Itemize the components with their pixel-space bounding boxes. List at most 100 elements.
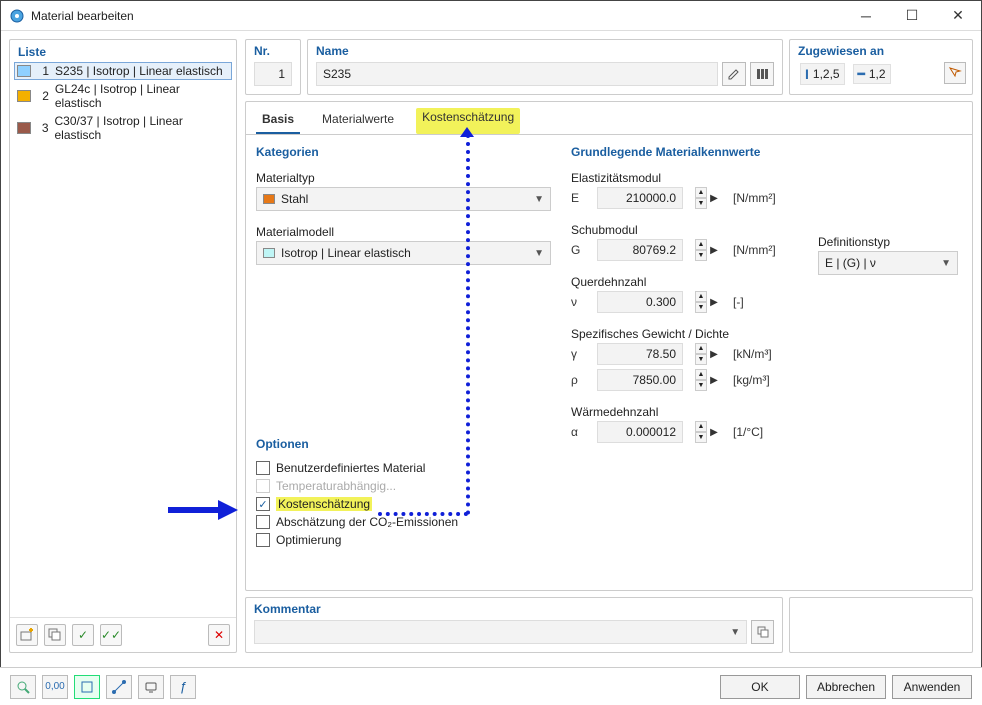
nu-symbol: ν xyxy=(571,295,591,309)
checkbox-icon[interactable] xyxy=(256,515,270,529)
tabs: Basis Materialwerte Kostenschätzung xyxy=(246,102,972,135)
maximize-button[interactable]: ☐ xyxy=(889,1,935,31)
minimize-button[interactable]: ─ xyxy=(843,1,889,31)
assigned-item: 1,2,5 xyxy=(813,67,840,81)
rho-symbol: ρ xyxy=(571,373,591,387)
model-combo[interactable]: Isotrop | Linear elastisch ▼ xyxy=(256,241,551,265)
rho-goto[interactable]: ▶ xyxy=(707,369,721,391)
e-value[interactable]: 210000.0 xyxy=(597,187,683,209)
option-co2[interactable]: Abschätzung der CO₂-Emissionen xyxy=(256,513,551,531)
tool-node-button[interactable] xyxy=(106,675,132,699)
check-list-b-button[interactable]: ✓✓ xyxy=(100,624,122,646)
gamma-value[interactable]: 78.50 xyxy=(597,343,683,365)
list-item[interactable]: 2GL24c | Isotrop | Linear elastisch xyxy=(14,80,232,112)
option-optimization[interactable]: Optimierung xyxy=(256,531,551,549)
alpha-symbol: α xyxy=(571,425,591,439)
definition-type-label: Definitionstyp xyxy=(818,235,958,249)
window-title: Material bearbeiten xyxy=(31,9,843,23)
cancel-button[interactable]: Abbrechen xyxy=(806,675,886,699)
rho-spinner[interactable]: ▲▼ xyxy=(695,369,707,391)
comment-input[interactable]: ▼ xyxy=(254,620,747,644)
e-spinner[interactable]: ▲▼ xyxy=(695,187,707,209)
assigned-box: Zugewiesen an I1,2,5 ━1,2 xyxy=(789,39,973,95)
gamma-spinner[interactable]: ▲▼ xyxy=(695,343,707,365)
e-goto[interactable]: ▶ xyxy=(707,187,721,209)
name-label: Name xyxy=(316,44,774,58)
model-label: Materialmodell xyxy=(256,225,551,239)
list-title: Liste xyxy=(10,40,236,62)
chevron-down-icon: ▼ xyxy=(534,248,544,259)
delete-item-button[interactable]: ✕ xyxy=(208,624,230,646)
tool-function-button[interactable]: ƒ xyxy=(170,675,196,699)
chevron-down-icon: ▼ xyxy=(941,258,951,269)
close-button[interactable]: ✕ xyxy=(935,1,981,31)
add-item-button[interactable] xyxy=(16,624,38,646)
option-user-material[interactable]: Benutzerdefiniertes Material xyxy=(256,459,551,477)
alpha-spinner[interactable]: ▲▼ xyxy=(695,421,707,443)
e-unit: [N/mm²] xyxy=(733,191,793,205)
chevron-down-icon[interactable]: ▼ xyxy=(730,627,740,638)
option-cost-estimation[interactable]: Kostenschätzung xyxy=(256,495,551,513)
assigned-item: 1,2 xyxy=(869,67,886,81)
g-goto[interactable]: ▶ xyxy=(707,239,721,261)
tool-search-button[interactable] xyxy=(10,675,36,699)
material-list-panel: Liste 1S235 | Isotrop | Linear elastisch… xyxy=(9,39,237,653)
g-value[interactable]: 80769.2 xyxy=(597,239,683,261)
tab-basis[interactable]: Basis xyxy=(256,108,300,134)
materialtype-combo[interactable]: Stahl ▼ xyxy=(256,187,551,211)
ok-button[interactable]: OK xyxy=(720,675,800,699)
emod-label: Elastizitätsmodul xyxy=(571,171,962,185)
nu-spinner[interactable]: ▲▼ xyxy=(695,291,707,313)
materialtype-swatch xyxy=(263,194,275,204)
nu-goto[interactable]: ▶ xyxy=(707,291,721,313)
nr-value: 1 xyxy=(254,62,292,86)
gamma-goto[interactable]: ▶ xyxy=(707,343,721,365)
checkbox-icon[interactable] xyxy=(256,461,270,475)
chevron-down-icon: ▼ xyxy=(534,194,544,205)
tool-display-button[interactable] xyxy=(138,675,164,699)
definition-type-combo[interactable]: E | (G) | ν ▼ xyxy=(818,251,958,275)
titlebar: Material bearbeiten ─ ☐ ✕ xyxy=(1,1,981,31)
therm-label: Wärmedehnzahl xyxy=(571,405,962,419)
model-swatch xyxy=(263,248,275,258)
color-swatch xyxy=(17,90,31,102)
props-title: Grundlegende Materialkennwerte xyxy=(571,145,962,159)
edit-name-button[interactable] xyxy=(722,62,746,86)
list-item[interactable]: 3C30/37 | Isotrop | Linear elastisch xyxy=(14,112,232,144)
color-swatch xyxy=(17,65,31,77)
apply-button[interactable]: Anwenden xyxy=(892,675,972,699)
checkbox-icon[interactable] xyxy=(256,533,270,547)
gamma-unit: [kN/m³] xyxy=(733,347,793,361)
tool-geometry-button[interactable] xyxy=(74,675,100,699)
alpha-goto[interactable]: ▶ xyxy=(707,421,721,443)
nr-label: Nr. xyxy=(254,44,292,58)
material-list[interactable]: 1S235 | Isotrop | Linear elastisch2GL24c… xyxy=(10,62,236,617)
model-value: Isotrop | Linear elastisch xyxy=(281,246,534,260)
option-temperature: Temperaturabhängig... xyxy=(256,477,551,495)
list-item-index: 2 xyxy=(37,89,49,103)
tool-decimal-button[interactable]: 0,00 xyxy=(42,675,68,699)
comment-copy-button[interactable] xyxy=(751,620,774,644)
library-button[interactable] xyxy=(750,62,774,86)
alpha-value[interactable]: 0.000012 xyxy=(597,421,683,443)
nr-box: Nr. 1 xyxy=(245,39,301,95)
name-value[interactable]: S235 xyxy=(316,62,718,86)
checkbox-icon xyxy=(256,479,270,493)
materialtype-label: Materialtyp xyxy=(256,171,551,185)
comment-side-box xyxy=(789,597,973,653)
copy-item-button[interactable] xyxy=(44,624,66,646)
tab-materialwerte[interactable]: Materialwerte xyxy=(316,108,400,134)
check-list-a-button[interactable]: ✓ xyxy=(72,624,94,646)
g-spinner[interactable]: ▲▼ xyxy=(695,239,707,261)
checkbox-checked-icon[interactable] xyxy=(256,497,270,511)
nu-value[interactable]: 0.300 xyxy=(597,291,683,313)
rho-value[interactable]: 7850.00 xyxy=(597,369,683,391)
list-item-index: 3 xyxy=(37,121,49,135)
materialtype-value: Stahl xyxy=(281,192,534,206)
assigned-select-button[interactable] xyxy=(944,62,966,84)
gamma-symbol: γ xyxy=(571,347,591,361)
alpha-unit: [1/°C] xyxy=(733,425,793,439)
e-symbol: E xyxy=(571,191,591,205)
list-item[interactable]: 1S235 | Isotrop | Linear elastisch xyxy=(14,62,232,80)
color-swatch xyxy=(17,122,31,134)
